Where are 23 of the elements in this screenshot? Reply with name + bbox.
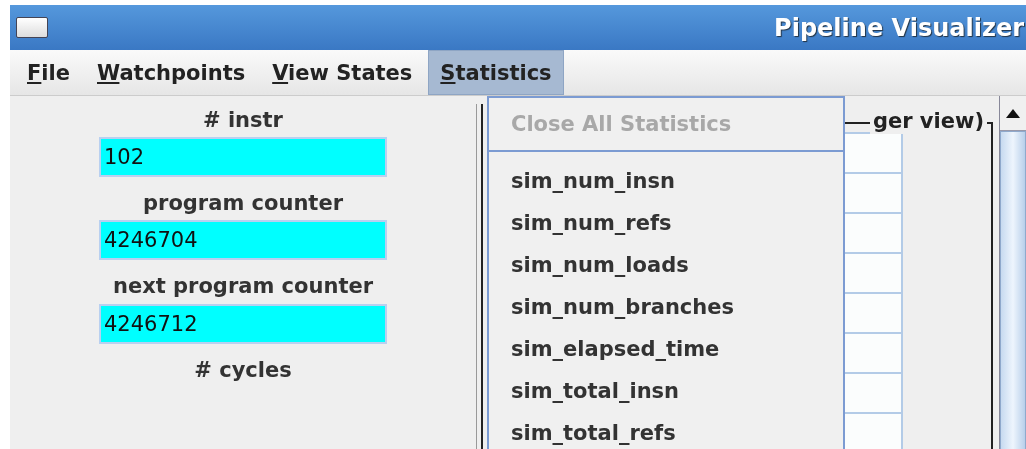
value-field[interactable]: 4246712: [99, 303, 387, 344]
menu-item[interactable]: sim_total_refs: [489, 412, 843, 449]
menu-item[interactable]: View States: [261, 50, 424, 95]
value-field[interactable]: 102: [99, 137, 387, 178]
menu-item[interactable]: Statistics: [428, 50, 564, 95]
group-title: ger view): [869, 109, 987, 135]
menu-item[interactable]: sim_total_insn: [489, 370, 843, 412]
field-label: # cycles: [194, 357, 292, 383]
menu-item[interactable]: Watchpoints: [86, 50, 257, 95]
menu-item[interactable]: sim_num_branches: [489, 286, 843, 328]
window-title: Pipeline Visualizer: [774, 13, 1024, 42]
menu-item[interactable]: sim_num_loads: [489, 244, 843, 286]
menu-item[interactable]: File: [16, 50, 81, 95]
up-arrow-icon: [1006, 108, 1020, 118]
value-field[interactable]: 4246704: [99, 220, 387, 261]
window-icon[interactable]: [16, 17, 48, 38]
menu-item[interactable]: sim_elapsed_time: [489, 328, 843, 370]
menu-item[interactable]: sim_num_insn: [489, 160, 843, 202]
field-label: next program counter: [112, 274, 374, 300]
field-label: program counter: [143, 191, 343, 217]
menu-item[interactable]: sim_num_refs: [489, 202, 843, 244]
field-label: # instr: [203, 108, 283, 134]
splitter-bar[interactable]: [476, 104, 483, 449]
